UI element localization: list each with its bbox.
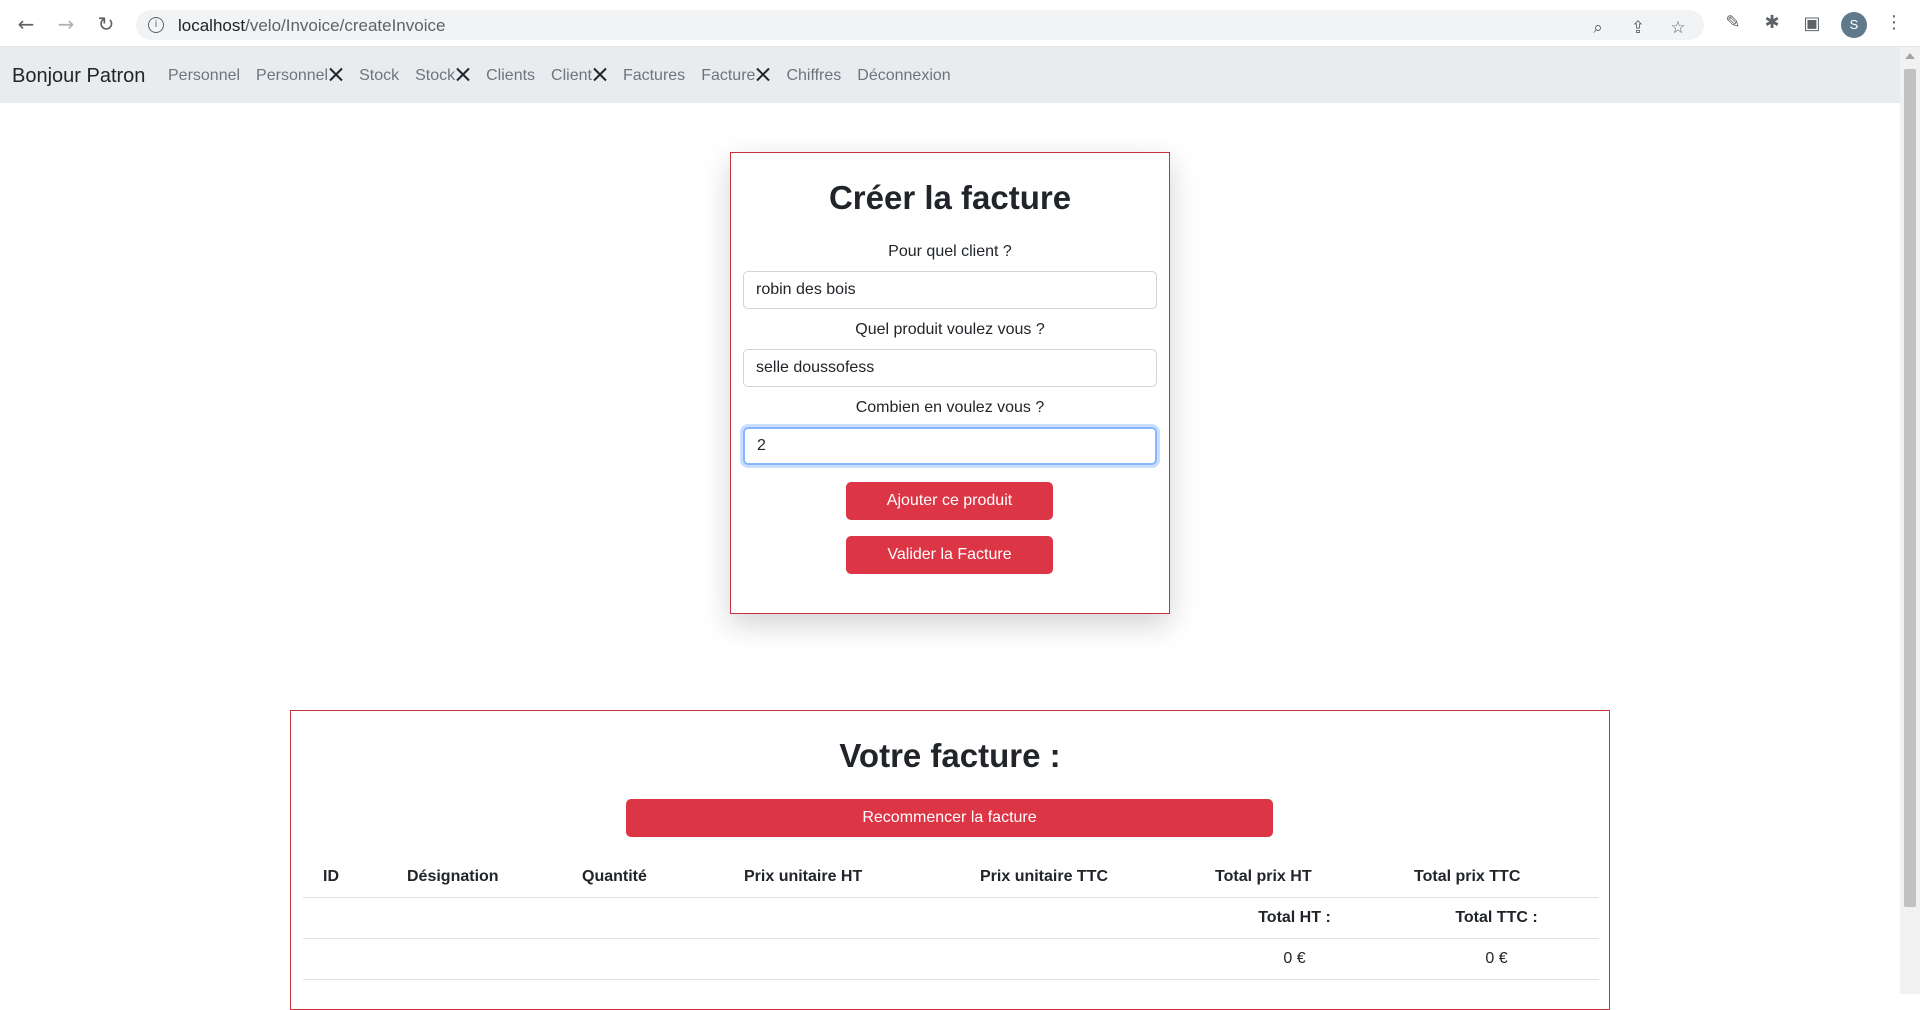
- star-icon[interactable]: ☆: [1668, 18, 1688, 38]
- scroll-up-icon[interactable]: [1905, 53, 1915, 59]
- nav-link-clients[interactable]: Clients: [486, 67, 535, 85]
- nav-link-label: Stock: [359, 67, 400, 84]
- product-label: Quel produit voulez vous ?: [855, 321, 1045, 338]
- nav-link-deconnexion[interactable]: Déconnexion: [857, 67, 950, 85]
- restart-invoice-button[interactable]: Recommencer la facture: [626, 799, 1273, 837]
- product-input[interactable]: [743, 349, 1157, 387]
- nav-link-label: Facture: [701, 67, 756, 84]
- nav-link-chiffres[interactable]: Chiffres: [786, 67, 841, 85]
- total-ttc-label: Total TTC :: [1394, 897, 1599, 939]
- nav-link-factures[interactable]: Factures: [623, 67, 685, 85]
- invoice-title: Votre facture :: [839, 737, 1061, 774]
- nav-link-stock-manage[interactable]: Stock: [415, 67, 470, 85]
- empty-cell: [960, 897, 1195, 939]
- navbar-brand[interactable]: Bonjour Patron: [12, 65, 145, 88]
- back-icon[interactable]: ←: [14, 12, 38, 36]
- extensions-icon[interactable]: ✱: [1760, 11, 1784, 35]
- nav-link-label: Client: [551, 67, 592, 84]
- nav-link-label: Chiffres: [786, 67, 842, 84]
- add-product-button[interactable]: Ajouter ce produit: [846, 482, 1053, 520]
- empty-cell: [303, 938, 387, 980]
- tools-icon: [329, 67, 343, 81]
- tools-icon: [593, 67, 607, 81]
- scrollbar-thumb[interactable]: [1904, 69, 1916, 907]
- table-header-row: ID Désignation Quantité Prix unitaire HT…: [303, 857, 1599, 898]
- quantity-label: Combien en voulez vous ?: [855, 399, 1045, 416]
- nav-link-personnel[interactable]: Personnel: [168, 67, 240, 85]
- url-host: localhost: [178, 16, 246, 35]
- nav-link-label: Déconnexion: [857, 67, 951, 84]
- nav-link-personnel-manage[interactable]: Personnel: [256, 67, 343, 85]
- empty-cell: [724, 938, 960, 980]
- nav-link-facture-manage[interactable]: Facture: [701, 67, 770, 85]
- invoice-table: ID Désignation Quantité Prix unitaire HT…: [303, 857, 1599, 980]
- create-invoice-card: Créer la facture Pour quel client ? Quel…: [730, 152, 1170, 614]
- column-header-total-ht: Total prix HT: [1195, 857, 1394, 898]
- table-row: 0 € 0 €: [303, 938, 1599, 980]
- address-bar[interactable]: i localhost/velo/Invoice/createInvoice ⌕…: [136, 10, 1704, 40]
- reload-icon[interactable]: ↻: [94, 12, 118, 36]
- page-scrollbar[interactable]: [1900, 47, 1920, 994]
- nav-link-client-manage[interactable]: Client: [551, 67, 607, 85]
- menu-icon[interactable]: ⋮: [1882, 11, 1906, 35]
- share-icon[interactable]: ⇪: [1628, 18, 1648, 38]
- create-invoice-title: Créer la facture: [828, 179, 1072, 216]
- validate-invoice-button[interactable]: Valider la Facture: [846, 536, 1053, 574]
- eyedropper-icon[interactable]: ✎: [1721, 11, 1745, 35]
- client-input[interactable]: [743, 271, 1157, 309]
- nav-link-label: Clients: [486, 67, 536, 84]
- url-text[interactable]: localhost/velo/Invoice/createInvoice: [178, 16, 445, 36]
- sidepanel-icon[interactable]: ▣: [1800, 12, 1824, 36]
- empty-cell: [562, 938, 724, 980]
- nav-link-stock[interactable]: Stock: [359, 67, 399, 85]
- nav-link-label: Factures: [622, 67, 686, 84]
- zoom-icon[interactable]: ⌕: [1588, 18, 1608, 38]
- info-icon[interactable]: i: [148, 17, 164, 33]
- empty-cell: [303, 897, 387, 939]
- column-header-designation: Désignation: [387, 857, 562, 898]
- app-navbar: Bonjour Patron Personnel Personnel Stock…: [0, 47, 1900, 103]
- avatar[interactable]: S: [1841, 12, 1867, 38]
- empty-cell: [387, 897, 562, 939]
- total-ht-value: 0 €: [1195, 938, 1394, 980]
- empty-cell: [562, 897, 724, 939]
- quantity-input[interactable]: [743, 427, 1157, 465]
- tools-icon: [756, 67, 770, 81]
- url-path: /velo/Invoice/createInvoice: [245, 16, 446, 35]
- empty-cell: [960, 938, 1195, 980]
- column-header-total-ttc: Total prix TTC: [1394, 857, 1599, 898]
- tools-icon: [456, 67, 470, 81]
- forward-icon[interactable]: →: [54, 12, 78, 36]
- browser-toolbar: ← → ↻ i localhost/velo/Invoice/createInv…: [0, 0, 1920, 47]
- column-header-id: ID: [303, 857, 387, 898]
- column-header-unit-price-ht: Prix unitaire HT: [724, 857, 960, 898]
- nav-links: Personnel Personnel Stock Stock Clients …: [168, 67, 967, 85]
- column-header-unit-price-ttc: Prix unitaire TTC: [960, 857, 1195, 898]
- empty-cell: [724, 897, 960, 939]
- column-header-quantity: Quantité: [562, 857, 724, 898]
- total-ht-label: Total HT :: [1195, 897, 1394, 939]
- client-label: Pour quel client ?: [888, 243, 1012, 260]
- invoice-summary-card: Votre facture : Recommencer la facture I…: [290, 710, 1610, 1010]
- total-ttc-value: 0 €: [1394, 938, 1599, 980]
- table-row: Total HT : Total TTC :: [303, 897, 1599, 939]
- nav-link-label: Stock: [415, 67, 456, 84]
- nav-link-label: Personnel: [168, 67, 241, 84]
- empty-cell: [387, 938, 562, 980]
- nav-link-label: Personnel: [256, 67, 329, 84]
